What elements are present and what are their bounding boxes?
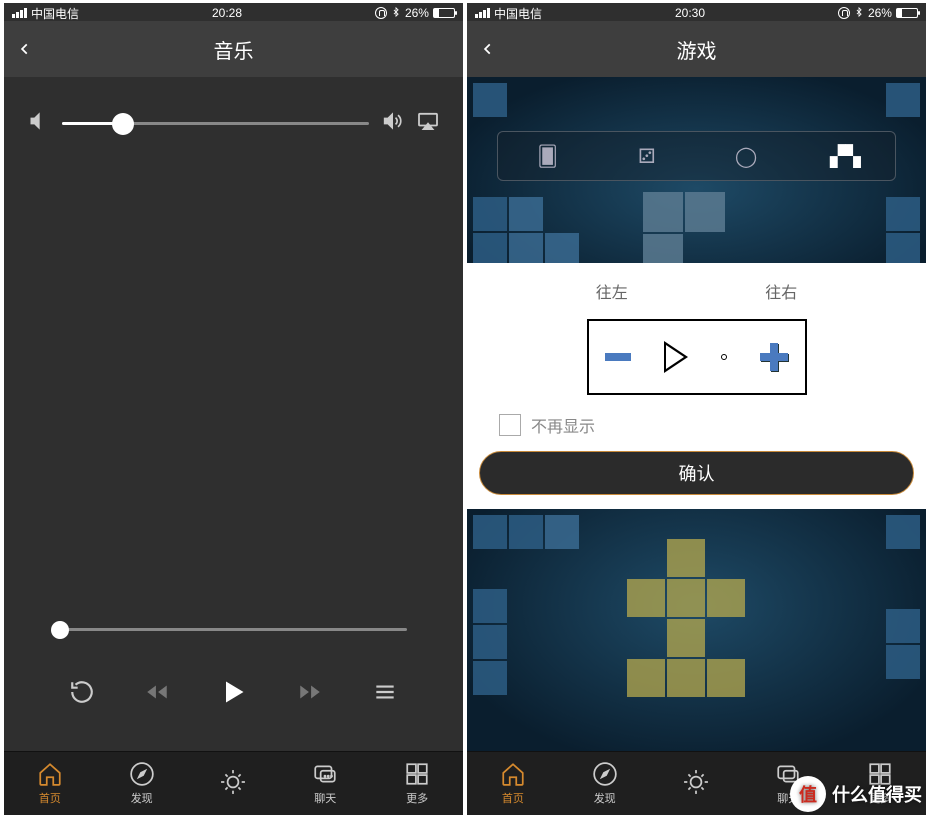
game-preview-top: 🂠 ⚂ ◯ ▞▚ [467, 77, 926, 263]
battery-icon [433, 8, 455, 18]
volume-slider[interactable] [62, 122, 369, 125]
tab-light[interactable] [188, 752, 280, 815]
nav-header: 音乐 [4, 21, 463, 77]
tab-discover[interactable]: 发现 [96, 752, 188, 815]
minus-button[interactable] [605, 353, 631, 361]
watermark-icon: 值 [790, 776, 826, 812]
bluetooth-icon [854, 6, 864, 21]
game-option-pixel[interactable]: ▞▚ [828, 139, 862, 173]
game-selector-bar[interactable]: 🂠 ⚂ ◯ ▞▚ [497, 131, 896, 181]
phone-game: 中国电信 20:30 26% 游戏 [467, 3, 926, 815]
clock: 20:28 [212, 6, 242, 20]
bluetooth-icon [391, 6, 401, 21]
progress-row [4, 628, 463, 631]
label-right: 往右 [765, 279, 797, 303]
back-button[interactable] [18, 37, 32, 61]
status-bar: 中国电信 20:30 26% [467, 3, 926, 21]
tab-discover[interactable]: 发现 [559, 752, 651, 815]
game-option-ball[interactable]: ◯ [729, 139, 763, 173]
game-option-dice[interactable]: ⚂ [630, 139, 664, 173]
confirm-button[interactable]: 确认 [479, 451, 914, 495]
label-left: 往左 [596, 279, 628, 303]
tab-label: 更多 [406, 790, 428, 806]
volume-row [4, 111, 463, 136]
direction-control-box [587, 319, 807, 395]
repeat-button[interactable] [69, 679, 95, 710]
back-button[interactable] [481, 37, 495, 61]
tab-label: 发现 [131, 790, 153, 806]
signal-icon [475, 8, 490, 18]
game-option-cards[interactable]: 🂠 [531, 139, 565, 173]
clock: 20:30 [675, 6, 705, 20]
nav-header: 游戏 [467, 21, 926, 77]
playback-controls [4, 678, 463, 711]
tab-label: 聊天 [314, 790, 336, 806]
tab-label: 首页 [502, 790, 524, 806]
orientation-lock-icon [375, 7, 387, 19]
prev-button[interactable] [144, 679, 170, 710]
battery-icon [896, 8, 918, 18]
tab-bar: 首页 发现 聊天 更多 [4, 751, 463, 815]
volume-low-icon [28, 111, 48, 136]
signal-icon [12, 8, 27, 18]
dont-show-label: 不再显示 [531, 413, 595, 437]
progress-slider[interactable] [60, 628, 407, 631]
status-bar: 中国电信 20:28 26% [4, 3, 463, 21]
tab-label: 首页 [39, 790, 61, 806]
carrier-label: 中国电信 [494, 5, 542, 22]
tab-more[interactable]: 更多 [371, 752, 463, 815]
dot-icon [721, 354, 727, 360]
airplay-icon[interactable] [417, 112, 439, 135]
music-screen [4, 77, 463, 751]
play-triangle-icon[interactable] [664, 341, 688, 373]
nav-title: 游戏 [677, 35, 717, 64]
watermark-text: 什么值得买 [832, 781, 922, 807]
watermark: 值 什么值得买 [790, 776, 922, 812]
tab-label: 发现 [594, 790, 616, 806]
tab-chat[interactable]: 聊天 [279, 752, 371, 815]
plus-button[interactable] [760, 343, 788, 371]
carrier-label: 中国电信 [31, 5, 79, 22]
dont-show-row[interactable]: 不再显示 [467, 413, 926, 451]
game-screen: 🂠 ⚂ ◯ ▞▚ 往左 往右 不再显示 确认 [467, 77, 926, 751]
battery-pct: 26% [868, 6, 892, 20]
volume-high-icon [383, 111, 403, 136]
tab-home[interactable]: 首页 [467, 752, 559, 815]
direction-labels: 往左 往右 [467, 263, 926, 311]
playlist-button[interactable] [372, 679, 398, 710]
next-button[interactable] [297, 679, 323, 710]
checkbox[interactable] [499, 414, 521, 436]
tab-home[interactable]: 首页 [4, 752, 96, 815]
play-button[interactable] [219, 678, 247, 711]
orientation-lock-icon [838, 7, 850, 19]
nav-title: 音乐 [214, 35, 254, 64]
tab-light[interactable] [651, 752, 743, 815]
battery-pct: 26% [405, 6, 429, 20]
phone-music: 中国电信 20:28 26% 音乐 [4, 3, 463, 815]
game-preview-bottom [467, 509, 926, 751]
